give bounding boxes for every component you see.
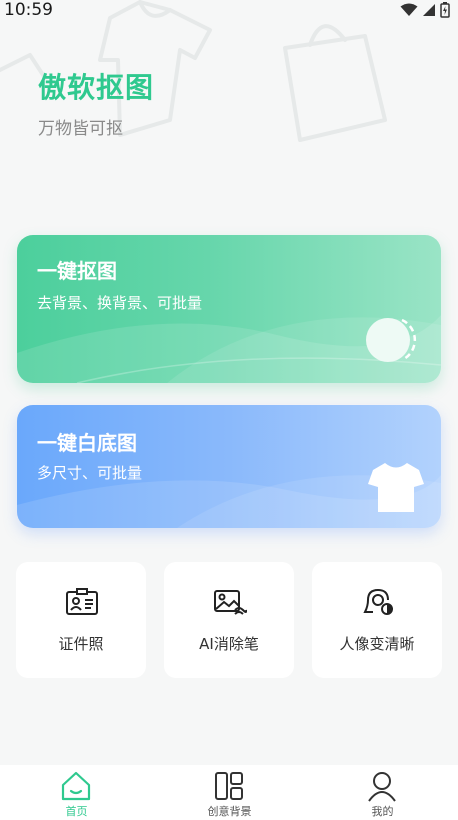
white-background-card-title: 一键白底图 (37, 431, 137, 455)
portrait-enhance-icon (363, 589, 393, 615)
status-bar: 10:59 (0, 0, 458, 22)
layout-grid-icon (215, 772, 243, 800)
app-title: 傲软抠图 (38, 71, 155, 104)
portrait-enhance-label: 人像变清晰 (339, 635, 415, 653)
cutout-circle-icon (366, 318, 417, 362)
signal-icon (423, 4, 435, 16)
tab-home-label: 首页 (65, 805, 88, 818)
tab-home[interactable]: 首页 (0, 765, 153, 820)
white-background-card[interactable]: 一键白底图 多尺寸、可批量 (17, 405, 441, 528)
tab-profile[interactable]: 我的 (306, 765, 458, 820)
id-card-icon (66, 588, 98, 615)
battery-icon (440, 2, 450, 18)
ai-eraser-label: AI消除笔 (199, 635, 259, 653)
user-icon (368, 772, 396, 802)
app-subtitle: 万物皆可抠 (38, 119, 123, 139)
tshirt-icon (368, 463, 424, 512)
image-eraser-icon (214, 590, 247, 615)
cutout-card[interactable]: 一键抠图 去背景、换背景、可批量 (17, 235, 441, 383)
cutout-card-title: 一键抠图 (37, 259, 117, 283)
id-photo-tool[interactable]: 证件照 (16, 562, 146, 678)
status-time: 10:59 (4, 0, 53, 20)
tab-profile-label: 我的 (371, 805, 394, 818)
white-background-card-subtitle: 多尺寸、可批量 (37, 464, 143, 482)
portrait-enhance-tool[interactable]: 人像变清晰 (312, 562, 442, 678)
tab-creative-background-label: 创意背景 (207, 805, 252, 818)
status-icons (400, 2, 450, 18)
ai-eraser-tool[interactable]: AI消除笔 (164, 562, 294, 678)
id-photo-label: 证件照 (58, 635, 104, 653)
bottom-tab-bar: 首页 创意背景 我的 (0, 765, 458, 820)
cutout-card-subtitle: 去背景、换背景、可批量 (37, 294, 203, 312)
tab-creative-background[interactable]: 创意背景 (153, 765, 306, 820)
home-icon (61, 771, 91, 801)
wifi-icon (400, 3, 418, 16)
tools-grid: 证件照 AI消除笔 人像变清晰 (16, 562, 442, 678)
